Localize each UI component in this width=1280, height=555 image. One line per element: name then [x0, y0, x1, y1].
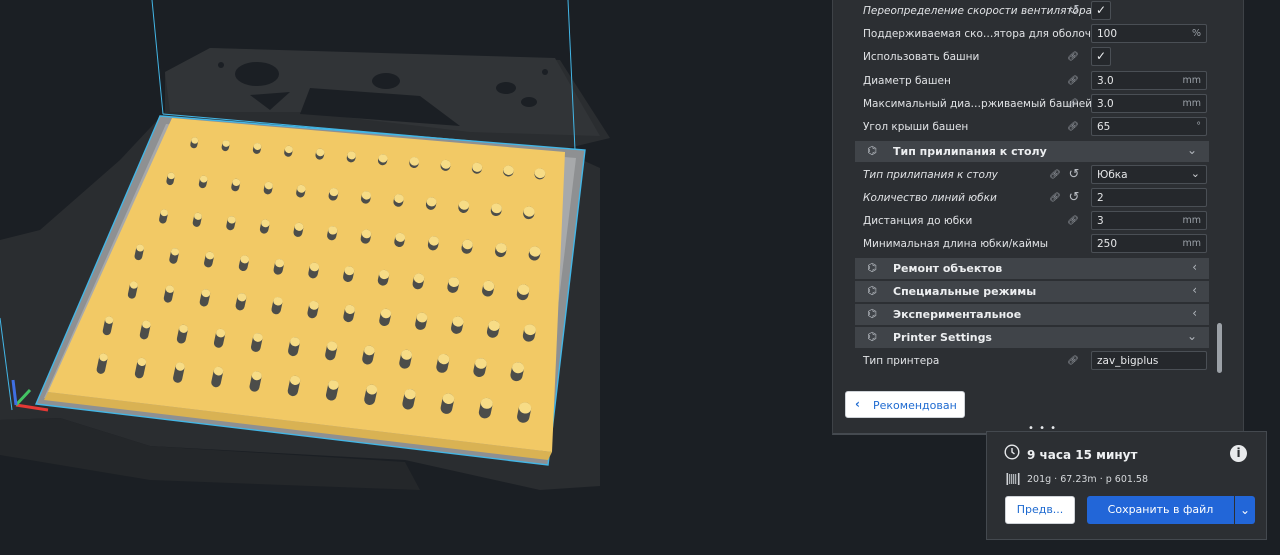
checkmark-icon: ✓	[1096, 49, 1107, 63]
setting-row: Тип принтера 🔗︎ zav_bigplus	[855, 350, 1213, 373]
setting-label: Тип прилипания к столу	[863, 169, 998, 181]
chevron-left-icon: ‹	[1192, 283, 1197, 297]
setting-row: Дистанция до юбки 🔗︎ 3 mm	[855, 210, 1213, 233]
settings-category[interactable]: ⌬ Ремонт объектов ‹	[855, 258, 1209, 279]
setting-label: Переопределение скорости вентилятора	[863, 5, 1093, 17]
save-to-file-button[interactable]: Сохранить в файл	[1087, 496, 1234, 524]
mesh-fix-icon: ⌬	[867, 261, 877, 274]
setting-unit: mm	[1182, 215, 1201, 226]
experimental-flask-icon: ⌬	[867, 307, 877, 320]
reset-icon[interactable]: ↺	[1067, 4, 1081, 18]
chevron-down-icon: ⌄	[1239, 503, 1251, 517]
setting-row: Переопределение скорости вентилятора ↺ ✓	[855, 0, 1213, 23]
setting-value: Юбка	[1097, 169, 1128, 181]
setting-value: 3.0	[1097, 98, 1114, 110]
link-icon[interactable]: 🔗︎	[1067, 355, 1079, 367]
printer-settings-icon: ⌬	[867, 330, 877, 343]
chevron-left-icon: ‹	[1192, 260, 1197, 274]
link-icon[interactable]: 🔗︎	[1067, 121, 1079, 133]
link-icon[interactable]: 🔗︎	[1049, 192, 1061, 204]
reset-icon[interactable]: ↺	[1067, 168, 1081, 182]
print-summary-panel: 9 часа 15 минут i 201g · 67.23m · р 601.…	[986, 431, 1267, 540]
setting-row: Максимальный диа…рживаемый башней 🔗︎ 3.0 mm	[855, 93, 1213, 116]
spool-icon	[1006, 473, 1020, 485]
setting-label: Дистанция до юбки	[863, 215, 973, 227]
setting-value: 100	[1097, 28, 1118, 40]
setting-row: Использовать башни 🔗︎ ✓	[855, 46, 1213, 69]
setting-checkbox[interactable]: ✓	[1091, 1, 1111, 20]
setting-row: Тип прилипания к столу 🔗︎ ↺ Юбка ⌄	[855, 164, 1213, 187]
setting-value: 3	[1097, 215, 1104, 227]
settings-list[interactable]: Переопределение скорости вентилятора ↺ ✓ По…	[855, 0, 1213, 376]
link-icon[interactable]: 🔗︎	[1049, 169, 1061, 181]
recommended-mode-button[interactable]: ‹ Рекомендован	[845, 391, 965, 418]
category-label: Тип прилипания к столу	[893, 145, 1047, 158]
link-icon[interactable]: 🔗︎	[1067, 51, 1079, 63]
link-icon[interactable]: 🔗︎	[1067, 75, 1079, 87]
setting-label: Минимальная длина юбки/каймы	[863, 238, 1049, 250]
setting-input[interactable]: 250 mm	[1091, 234, 1207, 253]
settings-scrollbar[interactable]	[1217, 323, 1222, 373]
setting-row: Количество линий юбки 🔗︎ ↺ 2	[855, 187, 1213, 210]
special-modes-icon: ⌬	[867, 284, 877, 297]
setting-label: Поддерживаемая ско…ятора для оболочки	[863, 28, 1105, 40]
setting-label: Угол крыши башен	[863, 121, 969, 133]
setting-select[interactable]: Юбка ⌄	[1091, 165, 1207, 184]
chevron-left-icon: ‹	[1192, 306, 1197, 320]
category-label: Ремонт объектов	[893, 262, 1003, 275]
setting-value: 250	[1097, 238, 1118, 250]
setting-row: Угол крыши башен 🔗︎ 65 °	[855, 116, 1213, 139]
chevron-left-icon: ‹	[855, 397, 860, 411]
setting-label: Использовать башни	[863, 51, 980, 63]
category-label: Printer Settings	[893, 331, 992, 344]
setting-unit: mm	[1182, 98, 1201, 109]
setting-row: Минимальная длина юбки/каймы 250 mm	[855, 233, 1213, 256]
settings-category[interactable]: ⌬ Тип прилипания к столу ⌄	[855, 141, 1209, 162]
setting-unit: mm	[1182, 75, 1201, 86]
setting-input[interactable]: 65 °	[1091, 117, 1207, 136]
setting-unit: %	[1191, 28, 1201, 39]
setting-unit: mm	[1182, 238, 1201, 249]
recommended-mode-label: Рекомендован	[873, 399, 957, 412]
chevron-down-icon: ⌄	[1186, 329, 1197, 343]
setting-label: Тип принтера	[863, 355, 940, 367]
setting-row: Поддерживаемая ско…ятора для оболочки 100…	[855, 23, 1213, 46]
settings-category[interactable]: ⌬ Printer Settings ⌄	[855, 327, 1209, 348]
save-options-dropdown[interactable]: ⌄	[1235, 496, 1255, 524]
chevron-down-icon: ⌄	[1186, 143, 1197, 157]
settings-category[interactable]: ⌬ Специальные режимы ‹	[855, 281, 1209, 302]
setting-value: 2	[1097, 192, 1104, 204]
preview-button[interactable]: Предв...	[1005, 496, 1075, 524]
setting-unit: °	[1196, 121, 1201, 132]
setting-input[interactable]: 2	[1091, 188, 1207, 207]
print-settings-panel: Переопределение скорости вентилятора ↺ ✓ По…	[832, 0, 1244, 435]
link-icon[interactable]: 🔗︎	[1067, 98, 1079, 110]
setting-value: zav_bigplus	[1097, 355, 1159, 367]
material-usage: 201g · 67.23m · р 601.58	[1027, 474, 1149, 485]
setting-label: Максимальный диа…рживаемый башней	[863, 98, 1093, 110]
setting-label: Диаметр башен	[863, 75, 951, 87]
print-time: 9 часа 15 минут	[1027, 448, 1138, 462]
clock-icon	[1004, 444, 1020, 460]
setting-value: 3.0	[1097, 75, 1114, 87]
reset-icon[interactable]: ↺	[1067, 191, 1081, 205]
setting-input[interactable]: 3.0 mm	[1091, 94, 1207, 113]
setting-input[interactable]: 100%	[1091, 24, 1207, 43]
setting-input[interactable]: 3.0 mm	[1091, 71, 1207, 90]
setting-checkbox[interactable]: ✓	[1091, 47, 1111, 66]
category-label: Специальные режимы	[893, 285, 1037, 298]
info-icon[interactable]: i	[1230, 445, 1247, 462]
chevron-down-icon: ⌄	[1190, 167, 1200, 180]
setting-input[interactable]: 3 mm	[1091, 211, 1207, 230]
setting-label: Количество линий юбки	[863, 192, 997, 204]
checkmark-icon: ✓	[1096, 3, 1107, 17]
setting-input[interactable]: zav_bigplus	[1091, 351, 1207, 370]
category-label: Экспериментальное	[893, 308, 1022, 321]
setting-row: Диаметр башен 🔗︎ 3.0 mm	[855, 70, 1213, 93]
link-icon[interactable]: 🔗︎	[1067, 215, 1079, 227]
settings-category[interactable]: ⌬ Экспериментальное ‹	[855, 304, 1209, 325]
adhesion-icon: ⌬	[867, 144, 877, 157]
setting-value: 65	[1097, 121, 1111, 133]
